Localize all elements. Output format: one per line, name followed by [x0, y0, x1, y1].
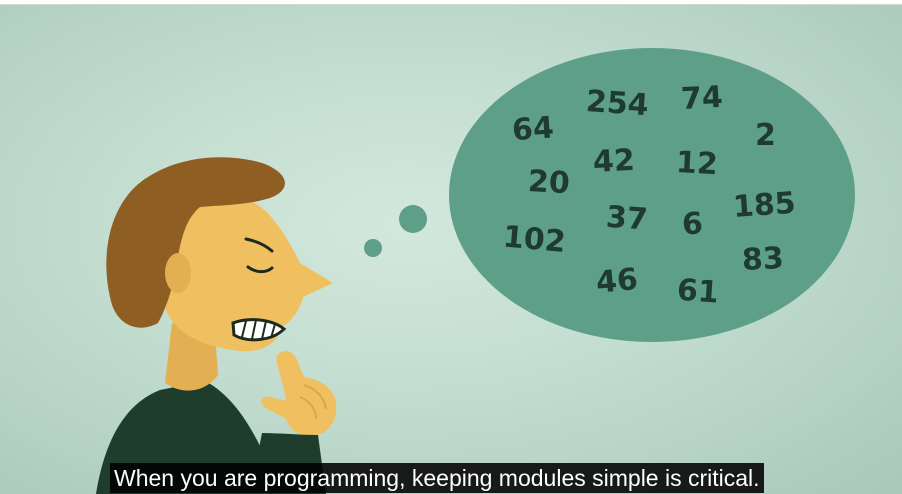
- bubble-number: 20: [527, 164, 571, 201]
- bubble-number: 102: [502, 220, 567, 260]
- thought-dot-small: [364, 239, 382, 257]
- hand: [261, 350, 337, 437]
- bubble-number: 42: [592, 143, 636, 180]
- bubble-number: 6: [681, 206, 704, 242]
- animation-scene: 254 74 64 2 42 12 20 185 37 6 102 83 46 …: [96, 48, 855, 494]
- bubble-number: 61: [676, 273, 720, 311]
- bubble-number: 64: [511, 110, 555, 148]
- ear: [165, 253, 191, 293]
- thinking-person: [96, 157, 337, 494]
- bubble-number: 254: [585, 84, 650, 123]
- subtitle-caption: When you are programming, keeping module…: [110, 463, 764, 493]
- thought-dot-large: [399, 205, 427, 233]
- bubble-number: 12: [675, 145, 719, 182]
- bubble-number: 46: [595, 262, 640, 301]
- bubble-number: 2: [755, 118, 776, 153]
- bubble-number: 185: [732, 186, 797, 225]
- video-frame[interactable]: 254 74 64 2 42 12 20 185 37 6 102 83 46 …: [0, 4, 902, 494]
- bubble-number: 83: [741, 241, 785, 278]
- bubble-number: 74: [680, 80, 724, 117]
- bubble-number: 37: [605, 200, 649, 238]
